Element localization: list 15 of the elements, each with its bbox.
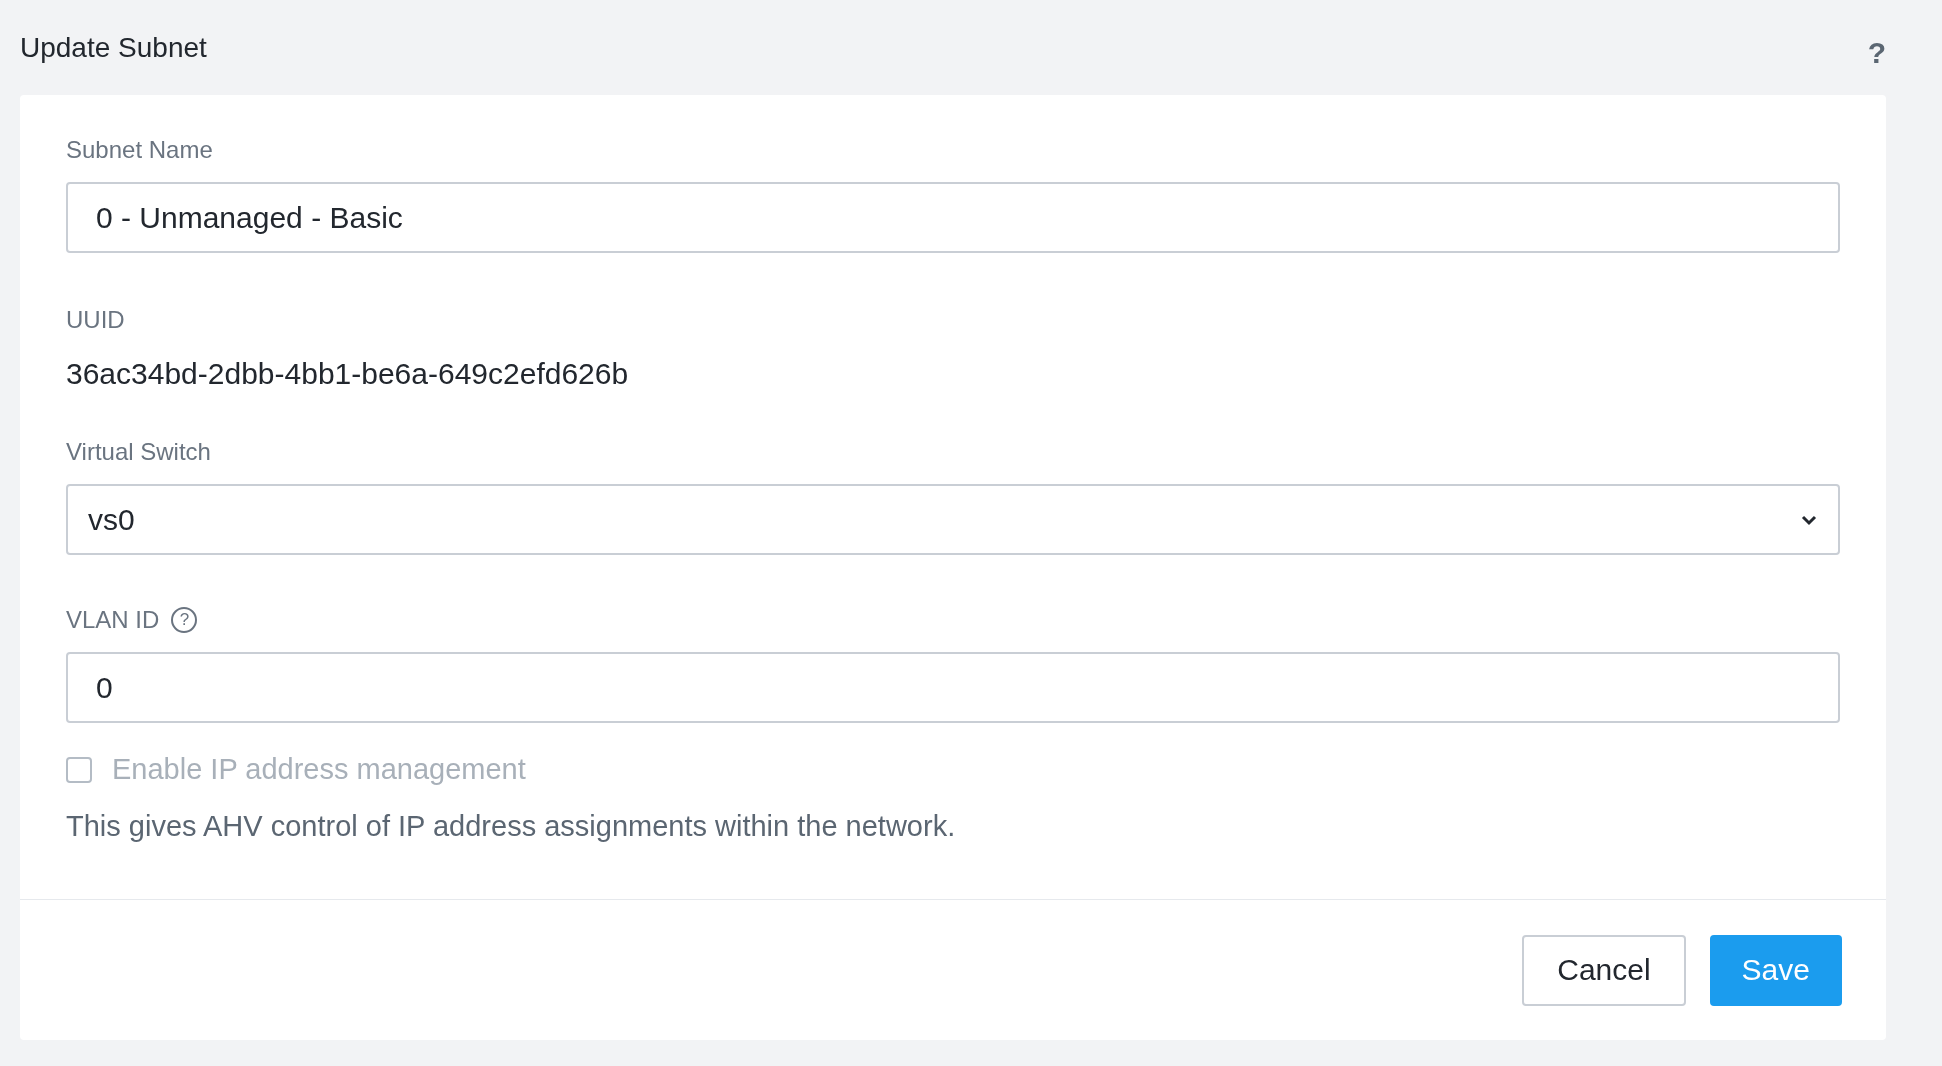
cancel-button[interactable]: Cancel — [1522, 934, 1686, 1006]
uuid-value: 36ac34bd-2dbb-4bb1-be6a-649c2efd626b — [66, 357, 630, 391]
description-text: This gives AHV control of IP address assignments within the network. — [66, 810, 957, 843]
field-label: Subnet Name — [66, 135, 214, 165]
dialog-title: Update Subnet — [20, 31, 207, 64]
help-icon[interactable]: ? — [171, 607, 198, 633]
field-label: VLAN ID — [66, 606, 160, 634]
help-icon[interactable]: ? — [1867, 35, 1886, 70]
virtual-switch-select[interactable]: vs0 — [66, 484, 1840, 555]
subnet-name-input[interactable]: 0 - Unmanaged - Basic — [66, 182, 1840, 253]
chevron-down-icon — [1800, 513, 1818, 526]
checkbox-label: Enable IP address management — [112, 753, 526, 786]
field-label: Virtual Switch — [66, 437, 212, 467]
vlan-id-input[interactable]: 0 — [66, 652, 1840, 723]
field-label: UUID — [66, 305, 126, 335]
